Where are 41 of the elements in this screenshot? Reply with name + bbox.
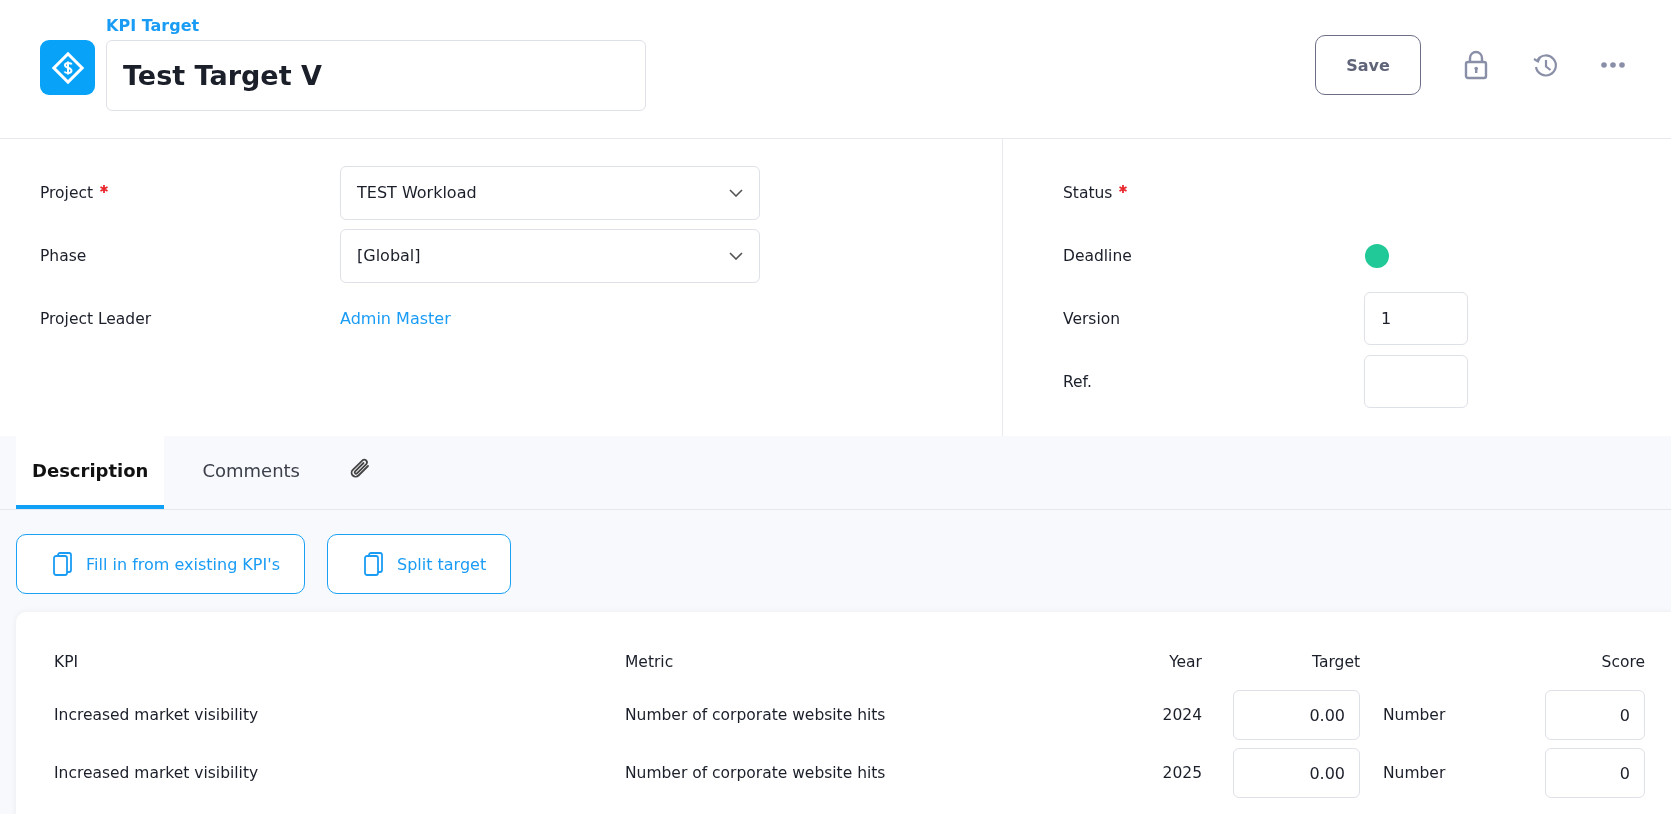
text-field[interactable]: 1 <box>1364 292 1468 345</box>
column-header: Metric <box>625 652 675 673</box>
more-icon[interactable] <box>1601 62 1625 68</box>
text-field[interactable] <box>1364 355 1468 408</box>
history-icon[interactable] <box>1531 51 1559 79</box>
table-cell-text: Increased market visibility <box>54 763 260 784</box>
table-cell-text: Number of corporate website hits <box>625 763 887 784</box>
column-header: Target <box>1311 652 1360 673</box>
score-field[interactable]: 0 <box>1545 748 1645 798</box>
tab[interactable]: Description <box>16 436 165 509</box>
copy-icon <box>363 552 383 576</box>
record-type-label: KPI Target <box>106 16 201 35</box>
table-cell-text: Number <box>1382 705 1447 726</box>
tab[interactable]: Comments <box>186 436 316 509</box>
column-header: KPI <box>54 652 80 673</box>
field-label: Project Leader <box>40 309 152 328</box>
field-label: Version <box>1063 309 1120 328</box>
field-label: Ref. <box>1063 372 1092 391</box>
title-field[interactable]: Test Target V <box>106 40 646 111</box>
target-field[interactable]: 0.00 <box>1233 748 1360 798</box>
copy-icon <box>53 552 72 576</box>
table-cell-text: 2025 <box>1161 763 1202 784</box>
chevron-down-icon <box>729 251 743 260</box>
field-label: Phase <box>40 246 87 265</box>
table-cell-text: Increased market visibility <box>54 705 260 726</box>
column-header: Year <box>1168 652 1202 673</box>
column-header: Score <box>1600 652 1645 673</box>
chevron-down-icon <box>729 188 743 197</box>
field-label: Status <box>1063 183 1113 202</box>
paperclip-icon <box>348 456 372 481</box>
save-button[interactable]: Save <box>1315 35 1421 95</box>
field-label: Project <box>40 183 94 202</box>
field-label: Deadline <box>1063 246 1132 265</box>
dropdown[interactable]: [Global] <box>340 228 760 283</box>
lock-icon[interactable] <box>1463 50 1489 80</box>
dropdown[interactable]: TEST Workload <box>340 165 760 220</box>
table-cell-text: Number of corporate website hits <box>625 705 887 726</box>
table-cell-text: 2024 <box>1161 705 1202 726</box>
table-cell-text: Number <box>1382 763 1447 784</box>
score-field[interactable]: 0 <box>1545 690 1645 740</box>
target-field[interactable]: 0.00 <box>1233 690 1360 740</box>
